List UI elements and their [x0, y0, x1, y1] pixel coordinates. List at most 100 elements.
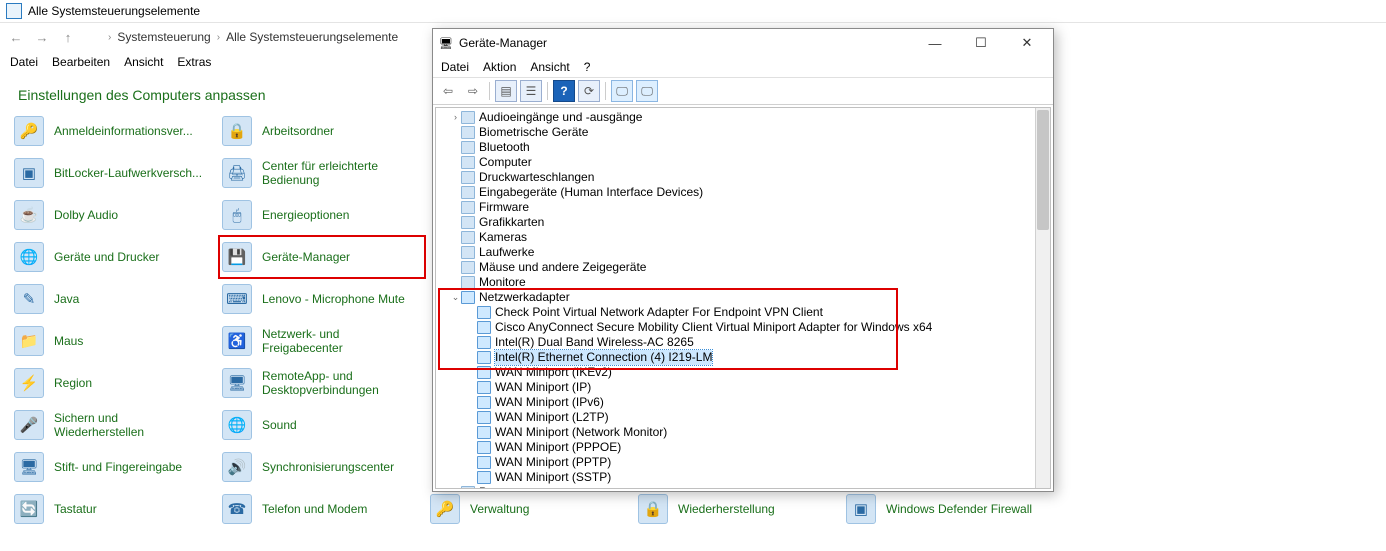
tb-monitor2-icon[interactable]: 🖵: [636, 80, 658, 102]
tree-node[interactable]: Laufwerke: [436, 245, 1036, 260]
breadcrumb-0[interactable]: Systemsteuerung: [117, 30, 210, 44]
cp-item-icon: 🌐: [222, 410, 252, 440]
scrollbar[interactable]: [1035, 108, 1050, 488]
nav-forward-icon[interactable]: →: [32, 27, 52, 47]
cp-item[interactable]: 🔊Synchronisierungscenter: [222, 449, 422, 485]
cp-item[interactable]: 🔒Arbeitsordner: [222, 113, 422, 149]
tree-node[interactable]: WAN Miniport (PPPOE): [436, 440, 1036, 455]
cp-item[interactable]: 🌐Sound: [222, 407, 422, 443]
expand-icon[interactable]: ›: [450, 110, 461, 125]
cp-item[interactable]: ▣BitLocker-Laufwerkversch...: [14, 155, 214, 191]
dm-menu-help[interactable]: ?: [584, 60, 591, 74]
cp-item-label: RemoteApp- und Desktopverbindungen: [262, 369, 412, 397]
tree-node[interactable]: WAN Miniport (IKEv2): [436, 365, 1036, 380]
network-adapter-icon: [477, 366, 491, 379]
tree-node[interactable]: Cisco AnyConnect Secure Mobility Client …: [436, 320, 1036, 335]
cp-item[interactable]: ♿Netzwerk- und Freigabecenter: [222, 323, 422, 359]
breadcrumb-1[interactable]: Alle Systemsteuerungselemente: [226, 30, 398, 44]
menu-bearbeiten[interactable]: Bearbeiten: [52, 55, 110, 69]
cp-item[interactable]: ⚡Region: [14, 365, 214, 401]
dm-menu-ansicht[interactable]: Ansicht: [530, 60, 569, 74]
cp-item-icon: 🔒: [222, 116, 252, 146]
cp-item[interactable]: ▣Windows Defender Firewall: [846, 491, 1046, 527]
tree-node-label: WAN Miniport (PPPOE): [495, 440, 621, 455]
tree-node[interactable]: Check Point Virtual Network Adapter For …: [436, 305, 1036, 320]
cp-item[interactable]: 🖥Stift- und Fingereingabe: [14, 449, 214, 485]
dm-menu-datei[interactable]: Datei: [441, 60, 469, 74]
cp-item[interactable]: 🎤Sichern und Wiederherstellen: [14, 407, 214, 443]
tree-node[interactable]: WAN Miniport (L2TP): [436, 410, 1036, 425]
tree-node[interactable]: Mäuse und andere Zeigegeräte: [436, 260, 1036, 275]
dm-titlebar[interactable]: 🖥 Geräte-Manager — ☐ ✕: [433, 29, 1053, 57]
cp-item[interactable]: 🔒Wiederherstellung: [638, 491, 838, 527]
collapse-icon[interactable]: ⌄: [450, 290, 461, 305]
cp-item[interactable]: 🔄Tastatur: [14, 491, 214, 527]
device-category-icon: [461, 201, 475, 214]
device-category-icon: [461, 276, 475, 289]
tree-node[interactable]: ›Prozessoren: [436, 485, 1036, 488]
tree-node[interactable]: Kameras: [436, 230, 1036, 245]
scrollbar-thumb[interactable]: [1037, 110, 1049, 230]
cp-item[interactable]: ☕Dolby Audio: [14, 197, 214, 233]
tree-node[interactable]: Monitore: [436, 275, 1036, 290]
tree-node[interactable]: Bluetooth: [436, 140, 1036, 155]
cp-item-label: Tastatur: [54, 502, 97, 516]
nav-back-icon[interactable]: ←: [6, 27, 26, 47]
tree-node[interactable]: Eingabegeräte (Human Interface Devices): [436, 185, 1036, 200]
tb-back-icon[interactable]: ⇦: [437, 80, 459, 102]
tree-node[interactable]: Intel(R) Dual Band Wireless-AC 8265: [436, 335, 1036, 350]
cp-item[interactable]: 💾Geräte-Manager: [222, 239, 422, 275]
cp-item-label: Geräte und Drucker: [54, 250, 159, 264]
tb-help-icon[interactable]: ?: [553, 80, 575, 102]
expand-icon[interactable]: ›: [450, 485, 461, 488]
tb-forward-icon[interactable]: ⇨: [462, 80, 484, 102]
maximize-button[interactable]: ☐: [961, 31, 1001, 55]
tree-node[interactable]: ›Audioeingänge und -ausgänge: [436, 110, 1036, 125]
cp-item[interactable]: ⌨Lenovo - Microphone Mute: [222, 281, 422, 317]
cp-item[interactable]: ☎Telefon und Modem: [222, 491, 422, 527]
tree-node[interactable]: WAN Miniport (IP): [436, 380, 1036, 395]
network-adapter-icon: [477, 396, 491, 409]
tree-node[interactable]: Biometrische Geräte: [436, 125, 1036, 140]
menu-datei[interactable]: Datei: [10, 55, 38, 69]
cp-item[interactable]: 🖨Center für erleichterte Bedienung: [222, 155, 422, 191]
cp-item-label: Stift- und Fingereingabe: [54, 460, 182, 474]
minimize-button[interactable]: —: [915, 31, 955, 55]
tb-properties-icon[interactable]: ▤: [495, 80, 517, 102]
address-bar[interactable]: › Systemsteuerung › Alle Systemsteuerung…: [84, 26, 404, 48]
menu-extras[interactable]: Extras: [177, 55, 211, 69]
tb-scan-icon[interactable]: ⟳: [578, 80, 600, 102]
nav-up-icon[interactable]: ↑: [58, 27, 78, 47]
device-tree[interactable]: ›Audioeingänge und -ausgängeBiometrische…: [436, 108, 1036, 488]
cp-item[interactable]: 🖱Energieoptionen: [222, 197, 422, 233]
cp-item[interactable]: 🔑Verwaltung: [430, 491, 630, 527]
tree-node[interactable]: Firmware: [436, 200, 1036, 215]
cp-item[interactable]: 🔑Anmeldeinformationsver...: [14, 113, 214, 149]
tb-list-icon[interactable]: ☰: [520, 80, 542, 102]
cp-item-icon: ⚡: [14, 368, 44, 398]
close-button[interactable]: ✕: [1007, 31, 1047, 55]
tree-node[interactable]: Grafikkarten: [436, 215, 1036, 230]
tree-node-label: WAN Miniport (IKEv2): [495, 365, 612, 380]
tree-node[interactable]: WAN Miniport (Network Monitor): [436, 425, 1036, 440]
network-adapter-icon: [477, 441, 491, 454]
cp-item-icon: 🖱: [222, 200, 252, 230]
tree-node[interactable]: Druckwarteschlangen: [436, 170, 1036, 185]
tree-node[interactable]: WAN Miniport (IPv6): [436, 395, 1036, 410]
tb-monitor-icon[interactable]: 🖵: [611, 80, 633, 102]
dm-menu-aktion[interactable]: Aktion: [483, 60, 516, 74]
tree-node[interactable]: Intel(R) Ethernet Connection (4) I219-LM: [436, 350, 1036, 365]
tree-node[interactable]: WAN Miniport (PPTP): [436, 455, 1036, 470]
tree-node[interactable]: WAN Miniport (SSTP): [436, 470, 1036, 485]
tree-node[interactable]: ⌄Netzwerkadapter: [436, 290, 1036, 305]
cp-item[interactable]: 📁Maus: [14, 323, 214, 359]
cp-item[interactable]: 🌐Geräte und Drucker: [14, 239, 214, 275]
device-category-icon: [461, 486, 475, 488]
tree-node[interactable]: Computer: [436, 155, 1036, 170]
control-panel-icon: [6, 3, 22, 19]
device-category-icon: [461, 261, 475, 274]
cp-item[interactable]: 🖥RemoteApp- und Desktopverbindungen: [222, 365, 422, 401]
cp-item-label: Lenovo - Microphone Mute: [262, 292, 405, 306]
menu-ansicht[interactable]: Ansicht: [124, 55, 163, 69]
cp-item[interactable]: ✎Java: [14, 281, 214, 317]
